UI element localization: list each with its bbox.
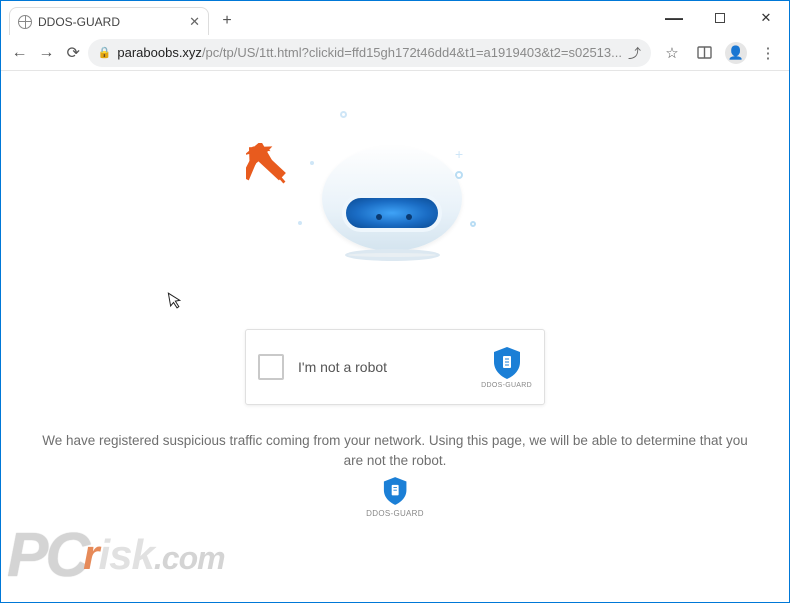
warning-message: We have registered suspicious traffic co… <box>1 431 789 472</box>
new-tab-button[interactable]: + <box>213 7 241 35</box>
url-text: paraboobs.xyz/pc/tp/US/1tt.html?clickid=… <box>117 45 622 60</box>
share-icon[interactable]: ⤴ <box>628 43 641 62</box>
arrow-annotation-icon <box>246 143 290 187</box>
forward-button[interactable]: → <box>34 38 59 68</box>
maximize-button[interactable] <box>697 1 743 35</box>
reading-list-icon[interactable] <box>689 38 719 68</box>
captcha-checkbox[interactable] <box>258 354 284 380</box>
globe-icon <box>18 15 32 29</box>
tab-title: DDOS-GUARD <box>38 15 183 29</box>
close-tab-icon[interactable]: ✕ <box>189 14 200 30</box>
captcha-box: I'm not a robot DDOS-GUARD <box>245 329 545 405</box>
browser-toolbar: ← → ⟳ 🔒 paraboobs.xyz/pc/tp/US/1tt.html?… <box>1 35 789 71</box>
footer-brand: DDOS-GUARD <box>366 476 424 518</box>
back-button[interactable]: ← <box>7 38 32 68</box>
browser-tab[interactable]: DDOS-GUARD ✕ <box>9 7 209 35</box>
cursor-icon <box>167 290 185 314</box>
captcha-label: I'm not a robot <box>298 359 481 375</box>
close-window-button[interactable]: ✕ <box>743 1 789 35</box>
address-bar[interactable]: 🔒 paraboobs.xyz/pc/tp/US/1tt.html?clicki… <box>88 39 651 67</box>
star-icon[interactable]: ☆ <box>657 38 687 68</box>
shield-icon <box>382 476 408 506</box>
menu-button[interactable]: ⋮ <box>753 38 783 68</box>
profile-avatar[interactable]: 👤 <box>721 38 751 68</box>
reload-button[interactable]: ⟳ <box>61 38 86 68</box>
captcha-brand: DDOS-GUARD <box>481 346 532 389</box>
shield-icon <box>492 346 522 380</box>
watermark-logo: PCrisk.com <box>7 516 225 594</box>
minimize-button[interactable]: — <box>651 1 697 35</box>
robot-illustration: + <box>290 111 500 311</box>
lock-icon: 🔒 <box>98 46 112 59</box>
window-titlebar: DDOS-GUARD ✕ + — ✕ <box>1 1 789 35</box>
